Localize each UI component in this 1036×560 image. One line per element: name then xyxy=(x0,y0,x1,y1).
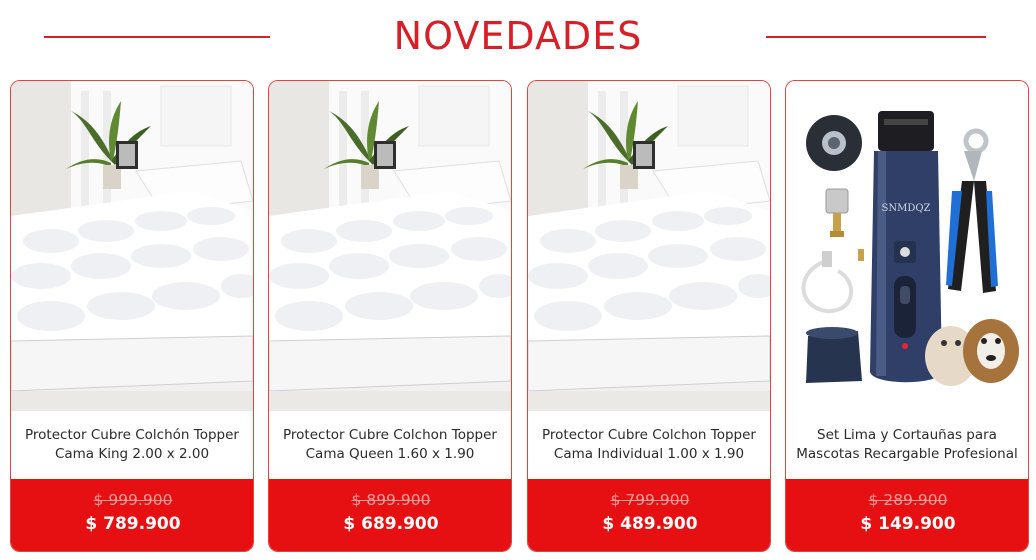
old-price: $ 289.900 xyxy=(868,491,948,509)
product-name[interactable]: Protector Cubre Colchón Topper Cama King… xyxy=(17,426,247,464)
product-image-pet-nail-grinder[interactable]: SNMDQZ xyxy=(786,81,1028,411)
current-price: $ 489.900 xyxy=(602,514,698,534)
brand-label: SNMDQZ xyxy=(881,203,930,214)
old-price: $ 899.900 xyxy=(351,491,431,509)
product-name[interactable]: Set Lima y Cortauñas para Mascotas Recar… xyxy=(792,426,1022,464)
price-box: $ 289.900 $ 149.900 xyxy=(786,479,1028,551)
product-card[interactable]: Protector Cubre Colchon Topper Cama Indi… xyxy=(527,80,771,552)
product-name[interactable]: Protector Cubre Colchon Topper Cama Indi… xyxy=(534,426,764,464)
product-image-mattress-topper[interactable] xyxy=(269,81,511,411)
section-header: NOVEDADES xyxy=(0,0,1036,76)
old-price: $ 799.900 xyxy=(610,491,690,509)
current-price: $ 149.900 xyxy=(860,514,956,534)
current-price: $ 689.900 xyxy=(343,514,439,534)
current-price: $ 789.900 xyxy=(85,514,181,534)
product-card[interactable]: SNMDQZ Set Lima y Cortauñas para Mascota… xyxy=(785,80,1029,552)
price-box: $ 799.900 $ 489.900 xyxy=(528,479,770,551)
price-box: $ 999.900 $ 789.900 xyxy=(11,479,253,551)
product-image-mattress-topper[interactable] xyxy=(11,81,253,411)
product-card[interactable]: Protector Cubre Colchón Topper Cama King… xyxy=(10,80,254,552)
product-card[interactable]: Protector Cubre Colchon Topper Cama Quee… xyxy=(268,80,512,552)
old-price: $ 999.900 xyxy=(93,491,173,509)
price-box: $ 899.900 $ 689.900 xyxy=(269,479,511,551)
product-name[interactable]: Protector Cubre Colchon Topper Cama Quee… xyxy=(275,426,505,464)
product-image-mattress-topper[interactable] xyxy=(528,81,770,411)
header-divider-right xyxy=(766,36,986,38)
